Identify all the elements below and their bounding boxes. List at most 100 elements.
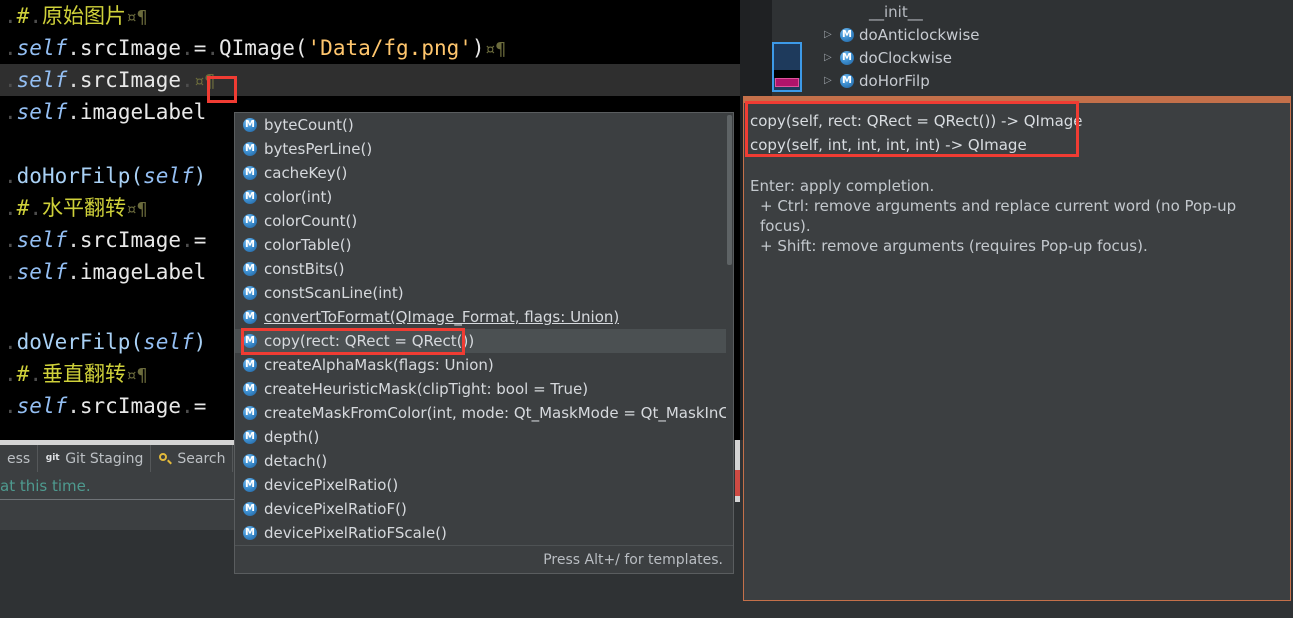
chevron-right-icon[interactable]: ▷ xyxy=(824,75,840,86)
completion-item[interactable]: MdevicePixelRatioFScale() xyxy=(235,521,733,545)
line-imagelabel-1[interactable]: .self.imageLabel xyxy=(0,96,206,128)
code-token: . xyxy=(29,4,42,28)
code-token: srcImage xyxy=(79,228,182,252)
code-token: ) xyxy=(193,330,207,354)
completion-item[interactable]: Mcolor(int) xyxy=(235,185,733,209)
chevron-right-icon[interactable]: ▷ xyxy=(824,52,840,63)
completion-item[interactable]: McreateAlphaMask(flags: Union) xyxy=(235,353,733,377)
code-token: self xyxy=(16,36,68,60)
code-token: ¤¶ xyxy=(125,7,148,28)
completion-item[interactable]: Mdepth() xyxy=(235,425,733,449)
completion-scrollbar-thumb[interactable] xyxy=(727,115,732,265)
completion-item[interactable]: MbytesPerLine() xyxy=(235,137,733,161)
tool-tab-git-staging[interactable]: git Git Staging xyxy=(38,445,152,472)
structure-row-label: doAnticlockwise xyxy=(859,25,980,44)
method-icon: M xyxy=(243,118,257,132)
completion-item[interactable]: Mdetach() xyxy=(235,449,733,473)
completion-item[interactable]: McolorTable() xyxy=(235,233,733,257)
code-token: . xyxy=(4,196,17,220)
completion-item[interactable]: MdevicePixelRatio() xyxy=(235,473,733,497)
documentation-hints: Enter: apply completion. + Ctrl: remove a… xyxy=(750,176,1278,256)
tool-window-bar[interactable]: ess git Git Staging Search at this time. xyxy=(0,440,235,530)
code-token: . xyxy=(181,394,194,418)
tool-window-underline xyxy=(0,499,235,500)
structure-row-doclockwise[interactable]: ▷ MdoClockwise xyxy=(810,46,1293,69)
completion-item-label: devicePixelRatioF() xyxy=(264,500,407,518)
code-token: QImage( xyxy=(219,36,308,60)
structure-row-dohorfilp[interactable]: ▷ MdoHorFilp xyxy=(810,69,1293,92)
line-srcimage-caret[interactable]: .self.srcImage.¤¶ xyxy=(0,64,740,96)
code-token: = xyxy=(193,228,207,252)
completion-item-label: createAlphaMask(flags: Union) xyxy=(264,356,494,374)
completion-item[interactable]: Mcopy(rect: QRect = QRect()) xyxy=(235,329,733,353)
method-icon: M xyxy=(840,50,854,65)
method-icon: M xyxy=(243,214,257,228)
tool-tab-label: ess xyxy=(7,450,31,467)
code-token: ¤¶ xyxy=(125,199,148,220)
code-token: . xyxy=(67,394,80,418)
line-comment-horizontal[interactable]: .#.水平翻转¤¶ xyxy=(0,192,148,224)
code-token: # xyxy=(16,4,30,28)
tool-window-tabs[interactable]: ess git Git Staging Search xyxy=(0,445,234,472)
code-completion-popup[interactable]: MbyteCount() MbytesPerLine() McacheKey() Mc… xyxy=(234,112,734,574)
minimap-viewport[interactable] xyxy=(772,42,802,92)
method-icon: M xyxy=(243,310,257,324)
completion-item[interactable]: McacheKey() xyxy=(235,161,733,185)
code-token: # xyxy=(16,362,30,386)
method-icon: M xyxy=(840,73,854,88)
line-imagelabel-2[interactable]: .self.imageLabel xyxy=(0,256,206,288)
code-token: . xyxy=(181,36,194,60)
completion-item-label: copy(rect: QRect = QRect()) xyxy=(264,332,475,350)
documentation-popup[interactable]: copy(self, rect: QRect = QRect()) -> QIm… xyxy=(743,96,1291,601)
completion-item[interactable]: McolorCount() xyxy=(235,209,733,233)
line-comment-original[interactable]: .#.原始图片¤¶ xyxy=(0,0,148,32)
line-dohorfilp-def[interactable]: .doHorFilp(self) xyxy=(0,160,206,192)
code-token: . xyxy=(4,4,17,28)
line-srcimage-ver[interactable]: .self.srcImage.= xyxy=(0,390,206,422)
chevron-right-icon[interactable]: ▷ xyxy=(824,29,840,40)
completion-scrollbar-track[interactable] xyxy=(726,113,733,545)
code-token: srcImage xyxy=(79,36,182,60)
structure-tree-panel[interactable]: __init__ ▷ MdoAnticlockwise ▷ MdoClockwise ▷ M… xyxy=(810,0,1293,100)
code-token: . xyxy=(181,68,194,92)
code-token: . xyxy=(67,260,80,284)
completion-item[interactable]: MconstScanLine(int) xyxy=(235,281,733,305)
tool-tab-ess[interactable]: ess xyxy=(0,445,39,472)
code-token: ¤¶ xyxy=(484,39,507,60)
code-token: ) xyxy=(471,36,485,60)
code-token: . xyxy=(181,228,194,252)
method-icon: M xyxy=(243,358,257,372)
completion-item[interactable]: McreateMaskFromColor(int, mode: Qt_MaskM… xyxy=(235,401,733,425)
completion-item[interactable]: MbyteCount() xyxy=(235,113,733,137)
completion-item-list[interactable]: MbyteCount() MbytesPerLine() McacheKey() Mc… xyxy=(235,113,733,545)
code-token: ¤¶ xyxy=(125,365,148,386)
documentation-hint-line: + Shift: remove arguments (requires Pop-… xyxy=(760,237,1148,255)
structure-row-doanticlockwise[interactable]: ▷ MdoAnticlockwise xyxy=(810,23,1293,46)
method-icon: M xyxy=(243,166,257,180)
structure-row-label: __init__ xyxy=(869,2,923,21)
code-token: . xyxy=(67,100,80,124)
completion-item[interactable]: MconstBits() xyxy=(235,257,733,281)
completion-item[interactable]: MdevicePixelRatioF() xyxy=(235,497,733,521)
code-token: # xyxy=(16,196,30,220)
method-icon: M xyxy=(243,406,257,420)
line-srcimage-assign[interactable]: .self.srcImage.=.QImage('Data/fg.png')¤¶ xyxy=(0,32,506,64)
completion-item-label: bytesPerLine() xyxy=(264,140,373,158)
method-icon: M xyxy=(243,334,257,348)
completion-item-label: detach() xyxy=(264,452,328,470)
line-srcimage-hor[interactable]: .self.srcImage.= xyxy=(0,224,206,256)
method-icon: M xyxy=(243,286,257,300)
structure-row--init-[interactable]: __init__ xyxy=(810,0,1293,23)
code-token: = xyxy=(193,36,207,60)
line-comment-vertical[interactable]: .#.垂直翻转¤¶ xyxy=(0,358,148,390)
tool-tab-search[interactable]: Search xyxy=(151,445,234,472)
documentation-hint-line: focus). xyxy=(760,217,811,235)
completion-item-label: constScanLine(int) xyxy=(264,284,404,302)
scrollbar-error-marker[interactable] xyxy=(735,470,740,496)
method-icon: M xyxy=(243,190,257,204)
line-doverfilp-def[interactable]: .doVerFilp(self) xyxy=(0,326,206,358)
completion-item[interactable]: McreateHeuristicMask(clipTight: bool = T… xyxy=(235,377,733,401)
code-token: . xyxy=(4,394,17,418)
tool-window-message: at this time. xyxy=(0,477,91,495)
completion-item[interactable]: MconvertToFormat(QImage_Format, flags: U… xyxy=(235,305,733,329)
